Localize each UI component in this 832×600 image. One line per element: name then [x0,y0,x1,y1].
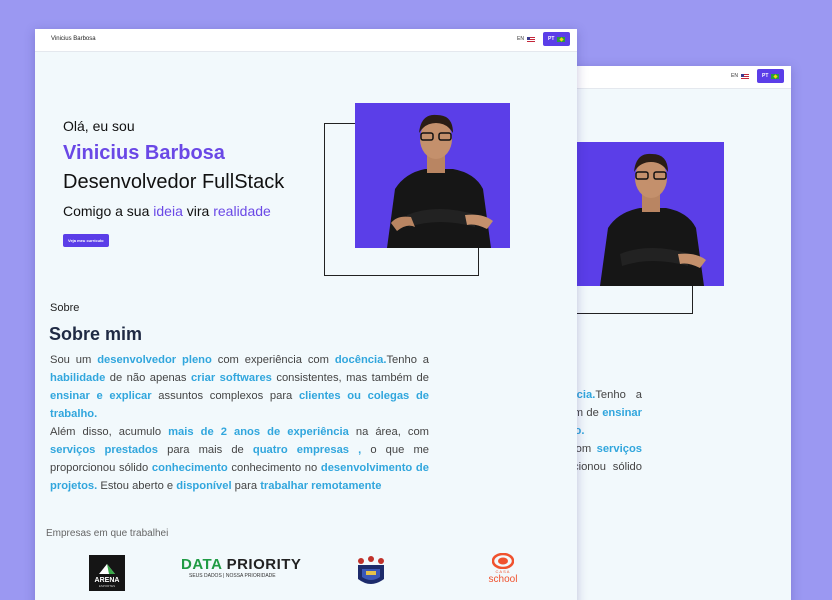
about-title: Sobre mim [49,324,143,344]
about-keyword: habilidade [50,372,106,384]
about-text: Estou aberto e [97,480,177,492]
casa-school-logo: CASA school [483,553,523,593]
tagline-highlight-idea: ideia [153,203,183,219]
about-text: com experiência com [211,354,335,366]
tagline-highlight-reality: realidade [213,203,271,219]
university-crest-logo [353,555,389,591]
data-priority-word-data: DATA [181,556,222,573]
about-keyword: desenvolvedor pleno [97,354,212,366]
profile-photo [355,103,510,248]
hero-name: Vinicius Barbosa [63,142,225,164]
data-priority-tagline: SEUS DADOS | NOSSA PRIORIDADE [189,573,276,579]
about-keyword: quatro empresas , [252,444,362,456]
school-logo-text: school [488,574,518,585]
about-keyword: criar softwares [190,372,272,384]
lang-pt-button-back[interactable]: PT [757,69,785,83]
about-section-label: Sobre [50,302,80,314]
about-text: consistentes, mas também de [271,372,429,384]
main-browser-window: Vinicius Barbosa EN PT Olá, eu sou Vinic… [35,29,577,600]
lang-pt-label: PT [762,73,769,79]
about-text: Tenho a [386,354,430,366]
arena-logo-text: ARENA [94,577,120,584]
about-text: de não apenas [105,372,191,384]
profile-photo-back [570,142,724,286]
tagline-text-mid: vira [182,203,214,219]
lang-pt-label: PT [548,36,555,42]
lang-en-label: EN [731,73,738,79]
lang-en-label: EN [517,36,524,42]
lang-pt-button[interactable]: PT [543,32,571,46]
about-keyword: docência. [334,354,387,366]
about-keyword: conhecimento [151,462,228,474]
person-illustration [387,114,493,248]
us-flag-icon [740,73,749,79]
about-text: Além disso, acumulo [50,426,169,438]
about-keyword: ensinar e explicar [50,390,152,402]
lang-en-button-back[interactable]: EN [731,73,749,79]
brazil-flag-icon [557,36,566,42]
about-text: na área, com [348,426,429,438]
about-keyword: serviços prestados [50,444,158,456]
companies-label: Empresas em que trabalhei [46,528,169,539]
tagline-text: Comigo a sua [63,203,154,219]
about-text: para [231,480,261,492]
arena-mark-icon [99,564,115,574]
about-keyword: trabalhar remotamente [260,480,382,492]
about-text: Sou um [50,354,98,366]
brazil-flag-icon [771,73,780,79]
data-priority-word-priority: PRIORITY [226,556,302,573]
navbar-back: EN PT [565,66,791,89]
about-paragraph: Sou um desenvolvedor pleno com experiênc… [50,351,429,495]
about-keyword: mais de 2 anos de experiência [168,426,349,438]
data-priority-logo: DATA PRIORITY SEUS DADOS | NOSSA PRIORID… [181,556,302,587]
navbar: Vinicius Barbosa EN PT [35,29,577,52]
brand-name[interactable]: Vinicius Barbosa [51,36,96,42]
about-text: assuntos complexos para [151,390,299,402]
lang-en-button[interactable]: EN [517,36,535,42]
about-text: para mais de [157,444,253,456]
hero-tagline: Comigo a sua ideia vira realidade [63,203,271,219]
resume-button[interactable]: Veja meu currículo [63,234,109,247]
hero-greeting: Olá, eu sou [63,118,135,134]
background-browser-window: EN PT Sou um desenvolvedor pleno com exp… [565,66,791,600]
person-illustration [600,153,706,286]
casa-mark-icon [492,553,514,569]
arena-logo: ARENA ESPORTES [89,555,125,591]
arena-logo-subtext: ESPORTES [98,584,116,588]
about-text: conhecimento no [227,462,321,474]
about-keyword: disponível [176,480,232,492]
us-flag-icon [526,36,535,42]
crest-icon [358,556,384,584]
hero-role: Desenvolvedor FullStack [63,171,285,193]
